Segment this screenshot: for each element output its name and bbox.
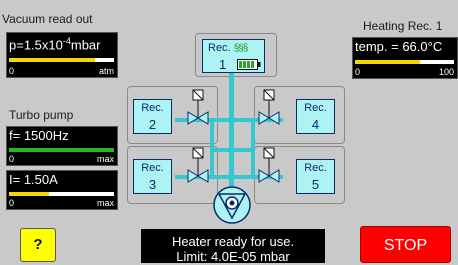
right-branch-pipe bbox=[251, 118, 255, 148]
turbo-current-bar bbox=[9, 192, 114, 196]
heating-bar-fill bbox=[355, 60, 421, 64]
turbo-freq-max: max bbox=[96, 154, 114, 164]
receptacle-5-number: 5 bbox=[311, 177, 320, 192]
turbo-cur-min: 0 bbox=[9, 198, 15, 208]
turbo-frequency-bar bbox=[9, 148, 114, 152]
receptacle-1[interactable]: Rec. §§§ 1 bbox=[202, 39, 265, 73]
turbo-pump-icon[interactable] bbox=[212, 185, 252, 225]
heating-reading: temp. = 66.0°C bbox=[355, 39, 443, 54]
receptacle-4-label: Rec. bbox=[304, 102, 327, 114]
heating-readout-panel: temp. = 66.0°C 0 100 bbox=[352, 37, 458, 79]
receptacle-2-label: Rec. bbox=[141, 102, 164, 114]
turbo-title: Turbo pump bbox=[9, 108, 74, 122]
vacuum-title: Vacuum read out bbox=[2, 12, 93, 26]
receptacle-1-label: Rec. bbox=[208, 42, 231, 54]
vacuum-scale-min: 0 bbox=[9, 66, 15, 76]
receptacle-2[interactable]: Rec. 2 bbox=[133, 99, 172, 134]
turbo-current-panel: I= 1.50A 0 max bbox=[6, 170, 118, 210]
turbo-frequency: f= 1500Hz bbox=[9, 128, 69, 143]
left-branch-pipe bbox=[210, 118, 214, 148]
main-pipe bbox=[229, 72, 234, 202]
stop-button[interactable]: STOP bbox=[360, 226, 451, 263]
valve-5-icon[interactable] bbox=[258, 147, 280, 185]
heating-title: Heating Rec. 1 bbox=[363, 19, 443, 33]
receptacle-4[interactable]: Rec. 4 bbox=[296, 99, 335, 134]
heating-bar bbox=[355, 60, 454, 64]
valve-3-icon[interactable] bbox=[187, 147, 209, 185]
status-message: Heater ready for use. Limit: 4.0E-05 mba… bbox=[141, 229, 325, 264]
valve-4-icon[interactable] bbox=[258, 89, 280, 127]
receptacle-4-number: 4 bbox=[311, 117, 320, 132]
vacuum-reading: p=1.5x10-4mbar bbox=[9, 36, 101, 53]
receptacle-5[interactable]: Rec. 5 bbox=[296, 159, 335, 194]
receptacle-2-number: 2 bbox=[148, 117, 157, 132]
turbo-current-fill bbox=[9, 192, 49, 196]
turbo-freq-min: 0 bbox=[9, 154, 15, 164]
left-lower-pipe bbox=[210, 152, 214, 177]
heating-scale-max: 100 bbox=[438, 67, 454, 77]
heating-scale-min: 0 bbox=[355, 67, 361, 77]
battery-icon bbox=[237, 59, 261, 70]
right-lower-pipe bbox=[251, 152, 255, 177]
vacuum-bar bbox=[9, 58, 114, 62]
status-message-line1: Heater ready for use. bbox=[171, 234, 295, 249]
turbo-frequency-fill bbox=[9, 148, 114, 152]
turbo-cur-max: max bbox=[96, 198, 114, 208]
valve-2-icon[interactable] bbox=[187, 89, 209, 127]
receptacle-3-label: Rec. bbox=[141, 162, 164, 174]
turbo-frequency-panel: f= 1500Hz 0 max bbox=[6, 126, 118, 166]
receptacle-3[interactable]: Rec. 3 bbox=[133, 159, 172, 194]
turbo-current: I= 1.50A bbox=[9, 172, 58, 187]
vacuum-readout-panel: p=1.5x10-4mbar 0 atm bbox=[6, 32, 118, 78]
status-message-line2: Limit: 4.0E-05 mbar bbox=[176, 249, 290, 264]
receptacle-5-label: Rec. bbox=[304, 162, 327, 174]
receptacle-3-number: 3 bbox=[148, 177, 157, 192]
help-button[interactable]: ? bbox=[20, 228, 56, 262]
middle-loop-pipe bbox=[210, 148, 255, 152]
vacuum-bar-fill bbox=[9, 58, 96, 62]
vacuum-scale-max: atm bbox=[98, 66, 114, 76]
heater-icon: §§§ bbox=[233, 43, 249, 54]
